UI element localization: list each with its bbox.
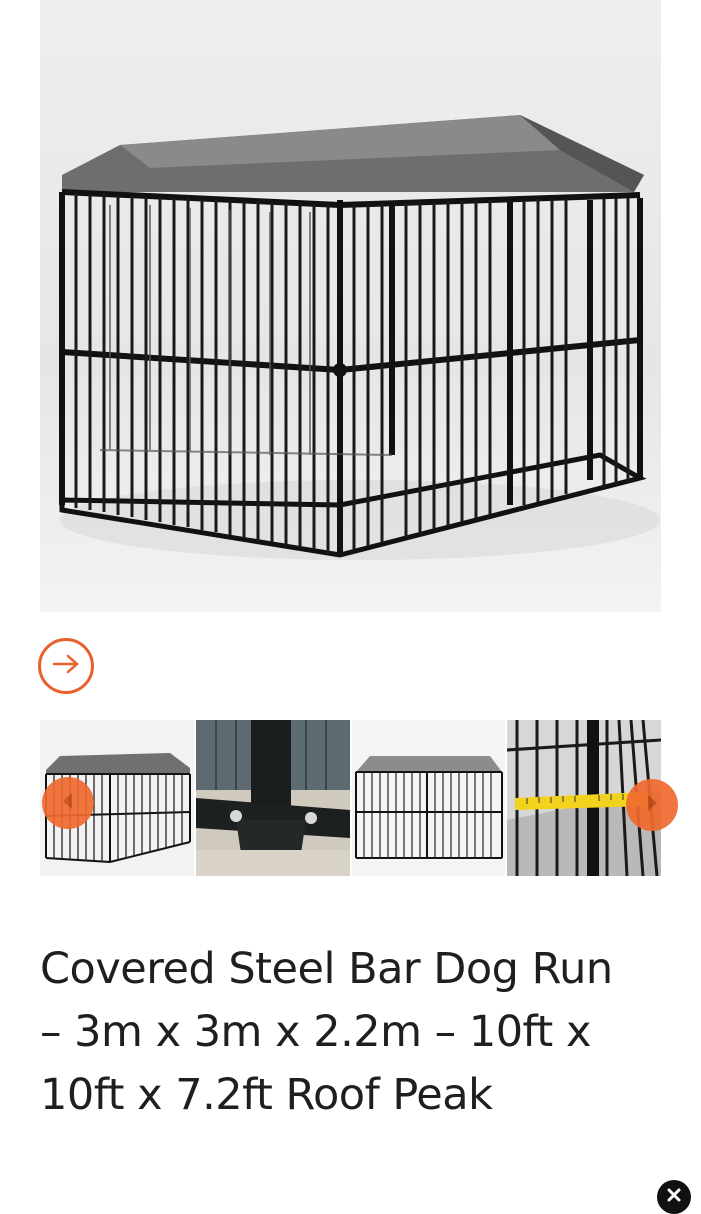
close-button[interactable] [657, 1180, 691, 1214]
close-icon [666, 1187, 682, 1208]
product-title: Covered Steel Bar Dog Run – 3m x 3m x 2.… [40, 944, 613, 1120]
next-image-button[interactable] [38, 638, 94, 694]
thumbnail-3[interactable] [351, 720, 506, 876]
thumbnail-strip [40, 720, 661, 876]
arrow-right-circle-icon [51, 653, 81, 680]
carousel-prev-button[interactable] [42, 777, 94, 829]
product-main-image[interactable] [40, 0, 661, 612]
thumbnail-2[interactable] [195, 720, 350, 876]
chevron-left-icon [57, 790, 79, 817]
chevron-right-icon [641, 792, 663, 819]
carousel-next-button[interactable] [626, 779, 678, 831]
